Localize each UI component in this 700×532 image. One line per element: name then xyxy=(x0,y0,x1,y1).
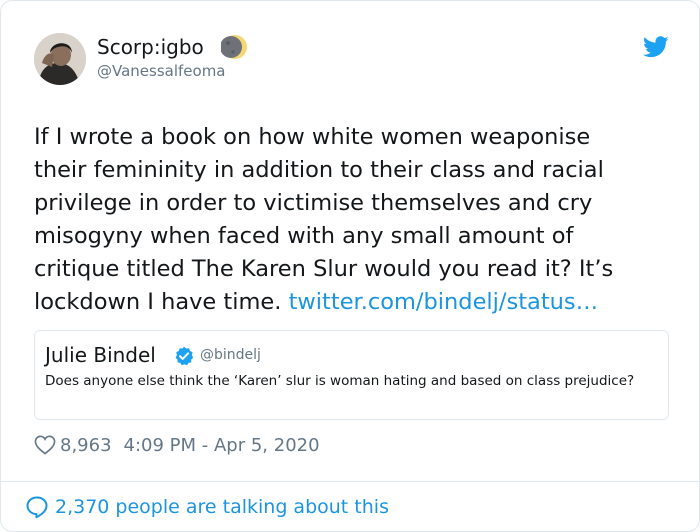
avatar[interactable] xyxy=(34,33,86,85)
heart-icon[interactable] xyxy=(34,435,56,455)
divider xyxy=(1,481,699,482)
timestamp[interactable]: 4:09 PM - Apr 5, 2020 xyxy=(124,435,320,456)
like-count[interactable]: 8,963 xyxy=(60,435,112,456)
speech-bubble-icon xyxy=(26,496,48,519)
talking-count-text: 2,370 people are talking about this xyxy=(55,496,389,518)
tweet-card: Scorp:igbo @Vanessalfeoma If I wrote a b… xyxy=(0,0,700,532)
twitter-bird-icon[interactable] xyxy=(643,36,669,58)
user-handle[interactable]: @Vanessalfeoma xyxy=(97,62,226,80)
conversation-link[interactable]: 2,370 people are talking about this xyxy=(25,495,389,519)
quoted-handle: @bindelj xyxy=(200,347,261,363)
crescent-moon-emoji-icon xyxy=(221,35,247,59)
quoted-display-name: Julie Bindel xyxy=(45,343,156,367)
tweet-meta: 8,963 4:09 PM - Apr 5, 2020 xyxy=(34,432,320,458)
quoted-text: Does anyone else think the ‘Karen’ slur … xyxy=(45,373,635,389)
tweet-body: If I wrote a book on how white women wea… xyxy=(34,124,614,315)
quoted-tweet[interactable]: Julie Bindel @bindelj Does anyone else t… xyxy=(34,330,669,420)
display-name[interactable]: Scorp:igbo xyxy=(97,35,204,59)
tweet-link[interactable]: twitter.com/bindelj/status… xyxy=(289,289,599,315)
verified-badge-icon xyxy=(175,346,194,366)
tweet-text: If I wrote a book on how white women wea… xyxy=(34,121,674,319)
